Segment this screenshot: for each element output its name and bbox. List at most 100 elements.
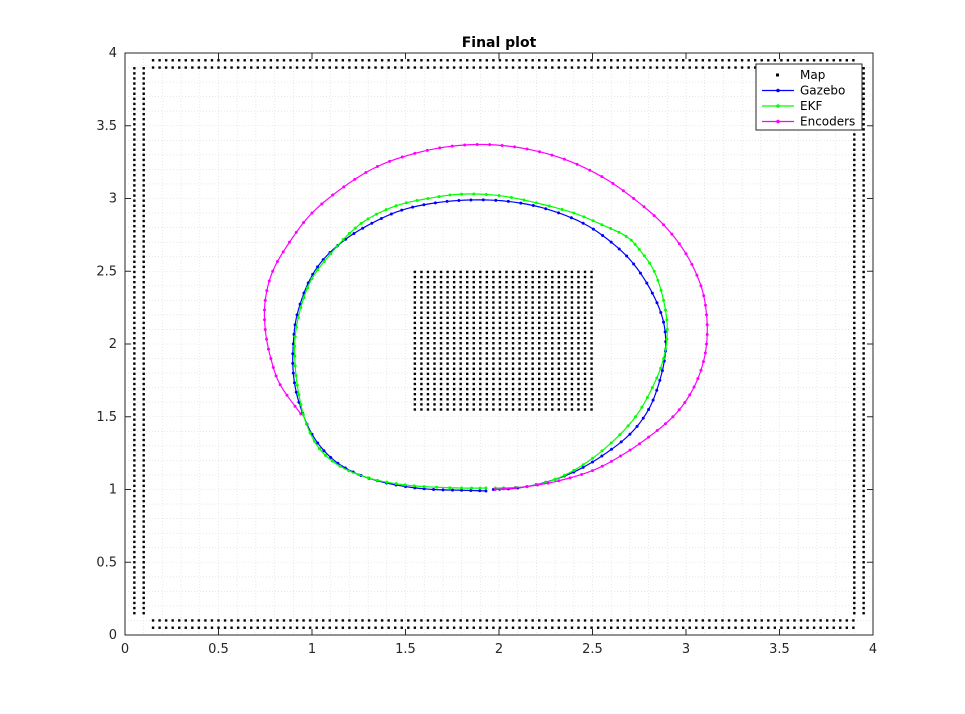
map-point: [511, 311, 515, 314]
map-point: [439, 392, 443, 396]
encoders-point: [703, 303, 707, 307]
map-point: [466, 311, 469, 314]
map-point: [570, 275, 574, 279]
map-point: [590, 326, 593, 330]
map-point: [853, 530, 856, 533]
map-point: [557, 377, 561, 381]
map-point: [413, 357, 417, 360]
map-point: [133, 235, 136, 238]
map-point: [426, 398, 430, 401]
map-point: [472, 270, 475, 274]
map-point: [853, 581, 856, 584]
map-point: [853, 372, 856, 376]
map-point: [459, 270, 462, 274]
map-point: [250, 66, 253, 69]
map-point: [472, 362, 475, 365]
gazebo-point: [591, 227, 595, 231]
map-point: [459, 372, 462, 376]
map-point: [492, 291, 495, 294]
map-point: [577, 306, 580, 309]
map-point: [335, 626, 338, 629]
map-point: [142, 189, 145, 192]
map-point: [518, 352, 521, 355]
map-point: [341, 619, 345, 622]
map-point: [420, 362, 423, 365]
ekf-point: [640, 405, 644, 409]
map-point: [583, 362, 587, 365]
map-point: [590, 311, 593, 314]
map-point: [142, 184, 145, 187]
map-point: [413, 367, 417, 370]
map-point: [133, 301, 136, 304]
map-point: [551, 59, 554, 62]
map-point: [853, 153, 856, 157]
map-point: [564, 372, 567, 376]
map-point: [485, 311, 489, 314]
encoders-point: [425, 148, 429, 152]
map-point: [472, 336, 475, 340]
map-point: [862, 275, 865, 279]
map-point: [853, 230, 856, 233]
map-point: [511, 382, 515, 386]
map-point: [133, 606, 136, 610]
map-point: [551, 66, 554, 69]
map-point: [420, 619, 423, 622]
map-point: [133, 331, 136, 335]
map-point: [505, 377, 508, 381]
map-point: [420, 326, 423, 330]
map-point: [133, 413, 136, 416]
map-point: [688, 626, 691, 629]
map-point: [852, 59, 855, 62]
map-point: [426, 367, 430, 370]
map-point: [295, 66, 299, 69]
map-point: [164, 626, 168, 629]
map-point: [452, 331, 456, 335]
map-point: [862, 586, 865, 589]
encoders-point: [488, 143, 492, 147]
map-point: [853, 515, 856, 518]
map-point: [433, 408, 436, 411]
map-point: [466, 342, 469, 345]
map-point: [518, 336, 521, 340]
map-point: [446, 331, 449, 335]
map-point: [348, 619, 351, 622]
map-point: [210, 59, 214, 62]
encoders-point: [263, 298, 267, 302]
map-point: [133, 479, 136, 482]
map-point: [853, 138, 856, 141]
map-point: [269, 66, 273, 69]
map-point: [439, 398, 443, 401]
encoders-point: [274, 374, 278, 378]
map-point: [518, 311, 521, 314]
map-point: [433, 352, 436, 355]
map-point: [551, 377, 554, 381]
map-point: [133, 525, 136, 528]
map-point: [433, 382, 436, 386]
map-point: [551, 291, 554, 294]
map-point: [511, 306, 515, 309]
map-point: [853, 286, 856, 289]
map-point: [133, 306, 136, 309]
map-point: [479, 372, 482, 376]
map-point: [518, 59, 521, 62]
map-point: [133, 326, 136, 330]
map-point: [133, 265, 136, 269]
map-point: [544, 403, 547, 406]
map-point: [551, 619, 554, 622]
map-point: [524, 377, 528, 381]
map-point: [439, 357, 443, 360]
map-point: [466, 286, 469, 289]
map-point: [133, 118, 136, 121]
map-point: [133, 128, 136, 131]
map-point: [531, 321, 534, 325]
map-point: [459, 275, 462, 279]
map-point: [142, 280, 145, 284]
map-point: [367, 626, 371, 629]
map-point: [577, 403, 580, 406]
map-point: [511, 270, 515, 274]
map-point: [479, 352, 482, 355]
ekf-point: [437, 195, 441, 199]
map-point: [862, 265, 865, 269]
map-point: [413, 326, 417, 330]
map-point: [142, 433, 145, 437]
